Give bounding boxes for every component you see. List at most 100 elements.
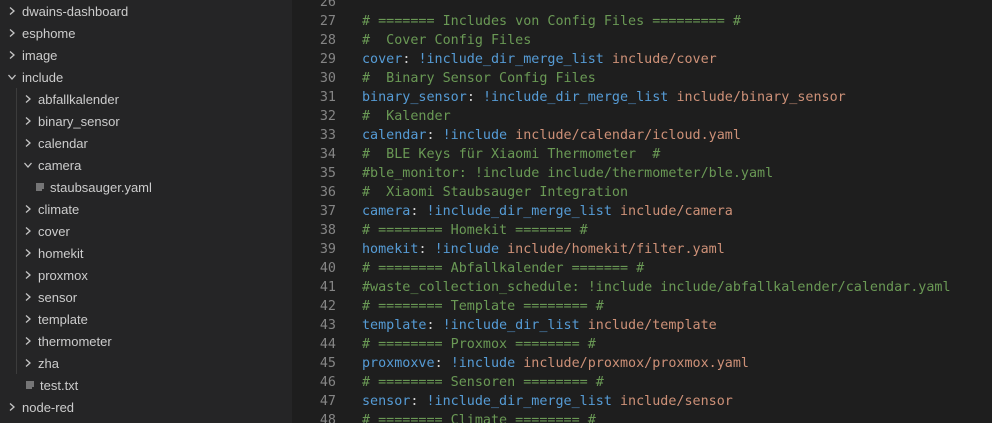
line-number: 34 <box>319 147 336 162</box>
token-punct: : <box>402 52 419 67</box>
chevron-right-icon <box>20 110 36 132</box>
token-comment: # ======= Includes von Config Files ====… <box>362 14 741 29</box>
token-comment: # ======== Template ======== # <box>362 299 604 314</box>
tree-item-label: image <box>22 47 58 63</box>
token-comment: #ble_monitor: !include include/thermomet… <box>362 166 774 181</box>
folder-item[interactable]: template <box>0 308 292 330</box>
code-line: 38 # ======== Homekit ======= # <box>292 221 992 240</box>
line-number: 42 <box>319 299 336 314</box>
folder-item[interactable]: thermometer <box>0 330 292 352</box>
token-tag: !include_dir_merge_list <box>418 52 604 67</box>
code-line: 46 # ======== Sensoren ======== # <box>292 373 992 392</box>
tree-item-label: proxmox <box>38 267 88 283</box>
token-punct <box>507 128 515 143</box>
code-line: 47 sensor: !include_dir_merge_list includ… <box>292 392 992 411</box>
token-tag: !include_dir_merge_list <box>482 90 669 105</box>
code-text: # ======== Proxmox ======== # <box>362 335 596 354</box>
tree-item-label: climate <box>38 201 80 217</box>
code-line: 43 template: !include_dir_list include/te… <box>292 316 992 335</box>
token-punct <box>499 242 507 257</box>
folder-item[interactable]: climate <box>0 198 292 220</box>
token-punct: : <box>426 128 443 143</box>
code-line: 28 # Cover Config Files <box>292 31 992 50</box>
line-number: 30 <box>319 71 336 86</box>
token-value: include/camera <box>620 204 733 219</box>
code-text: # ======== Climate ======== # <box>362 411 596 423</box>
token-comment: # BLE Keys für Xiaomi Thermometer # <box>362 147 661 162</box>
code-editor[interactable]: 26 27 # ======= Includes von Config Files … <box>292 0 992 423</box>
code-line: 31 binary_sensor: !include_dir_merge_list… <box>292 88 992 107</box>
token-value: include/proxmox/proxmox.yaml <box>523 356 749 371</box>
token-punct: : <box>426 318 443 333</box>
code-line: 44 # ======== Proxmox ======== # <box>292 335 992 354</box>
folder-item[interactable]: zha <box>0 352 292 374</box>
line-number: 47 <box>319 394 336 409</box>
token-value: include/sensor <box>620 394 733 409</box>
token-key: proxmoxve <box>362 356 435 371</box>
tree-item-label: zha <box>38 355 59 371</box>
folder-item[interactable]: proxmox <box>0 264 292 286</box>
chevron-right-icon <box>20 286 36 308</box>
file-item[interactable]: test.txt <box>0 374 292 396</box>
tree-item-label: binary_sensor <box>38 113 120 129</box>
code-text: # ======== Homekit ======= # <box>362 221 588 240</box>
line-number: 35 <box>319 166 336 181</box>
token-key: sensor <box>362 394 411 409</box>
folder-item[interactable]: sensor <box>0 286 292 308</box>
folder-item[interactable]: abfallkalender <box>0 88 292 110</box>
code-text: binary_sensor: !include_dir_merge_list i… <box>362 88 846 107</box>
token-tag: !include <box>434 242 500 257</box>
line-number: 36 <box>319 185 336 200</box>
tree-item-label: dwains-dashboard <box>22 3 129 19</box>
code-line: 27 # ======= Includes von Config Files ==… <box>292 12 992 31</box>
token-key: binary_sensor <box>362 90 467 105</box>
folder-item[interactable]: camera <box>0 154 292 176</box>
token-key: cover <box>362 52 403 67</box>
line-number: 28 <box>319 33 336 48</box>
code-text: # ======== Sensoren ======== # <box>362 373 604 392</box>
tree-item-label: include <box>22 69 64 85</box>
tree-item-label: abfallkalender <box>38 91 119 107</box>
folder-item[interactable]: include <box>0 66 292 88</box>
chevron-right-icon <box>20 88 36 110</box>
token-comment: # ======== Proxmox ======== # <box>362 337 596 352</box>
file-item[interactable]: staubsauger.yaml <box>0 176 292 198</box>
chevron-right-icon <box>4 22 20 44</box>
code-line: 45 proxmoxve: !include include/proxmox/pr… <box>292 354 992 373</box>
code-text: proxmoxve: !include include/proxmox/prox… <box>362 354 749 373</box>
token-comment: # Xiaomi Staubsauger Integration <box>362 185 629 200</box>
folder-item[interactable]: esphome <box>0 22 292 44</box>
folder-item[interactable]: node-red <box>0 396 292 418</box>
code-line: 48 # ======== Climate ======== # <box>292 411 992 423</box>
chevron-right-icon <box>20 242 36 264</box>
line-number: 27 <box>319 14 336 29</box>
token-comment: # ======== Sensoren ======== # <box>362 375 604 390</box>
code-text: #ble_monitor: !include include/thermomet… <box>362 164 773 183</box>
chevron-right-icon <box>4 0 20 22</box>
token-value: include/template <box>587 318 717 333</box>
token-comment: # Binary Sensor Config Files <box>362 71 596 86</box>
token-tag: !include_dir_merge_list <box>426 394 612 409</box>
code-text: # ======= Includes von Config Files ====… <box>362 12 741 31</box>
line-number: 31 <box>319 90 336 105</box>
folder-item[interactable]: binary_sensor <box>0 110 292 132</box>
code-line: 41 #waste_collection_schedule: !include i… <box>292 278 992 297</box>
token-value: include/homekit/filter.yaml <box>507 242 725 257</box>
chevron-right-icon <box>20 264 36 286</box>
code-line: 34 # BLE Keys für Xiaomi Thermometer # <box>292 145 992 164</box>
token-punct <box>612 394 620 409</box>
folder-item[interactable]: cover <box>0 220 292 242</box>
folder-item[interactable]: calendar <box>0 132 292 154</box>
code-text: sensor: !include_dir_merge_list include/… <box>362 392 733 411</box>
folder-item[interactable]: homekit <box>0 242 292 264</box>
tree-item-label: esphome <box>22 25 76 41</box>
folder-item[interactable]: dwains-dashboard <box>0 0 292 22</box>
line-number: 33 <box>319 128 336 143</box>
token-tag: !include <box>450 356 516 371</box>
tree-item-label: cover <box>38 223 70 239</box>
file-lines-icon <box>32 176 48 198</box>
chevron-right-icon <box>4 44 20 66</box>
folder-item[interactable]: image <box>0 44 292 66</box>
code-line: 32 # Kalender <box>292 107 992 126</box>
code-text: # Cover Config Files <box>362 31 531 50</box>
